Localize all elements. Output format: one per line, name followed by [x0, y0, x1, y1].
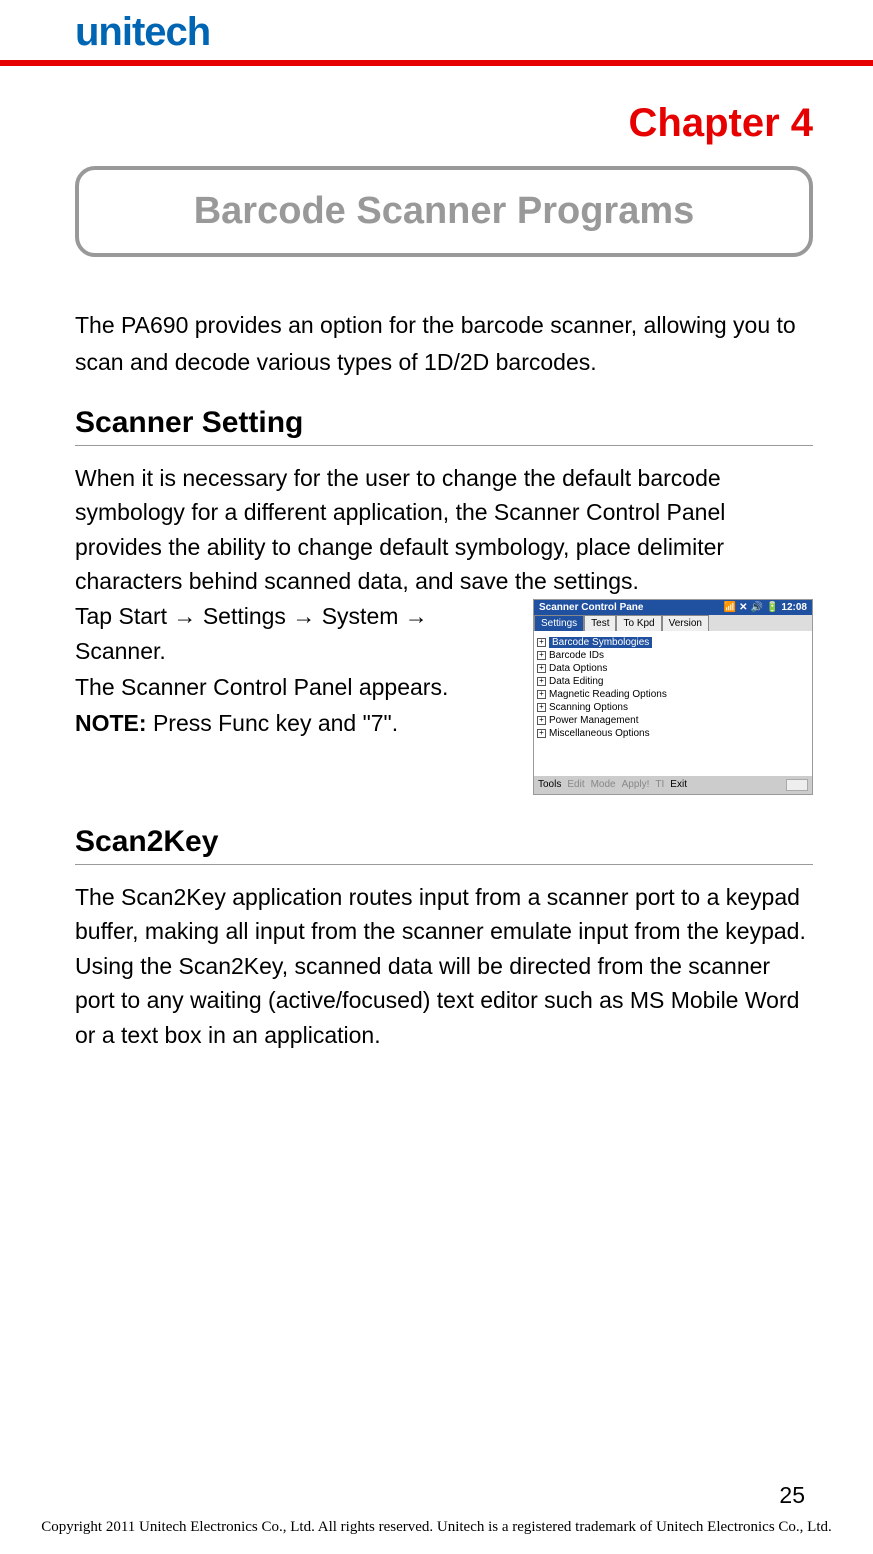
keyboard-icon[interactable]	[786, 779, 808, 791]
note-label: NOTE:	[75, 710, 147, 736]
btn-tools[interactable]: Tools	[538, 779, 561, 790]
intro-paragraph: The PA690 provides an option for the bar…	[75, 307, 813, 381]
volume-icon: 🔊	[751, 602, 763, 613]
btn-ti[interactable]: TI	[655, 779, 664, 790]
tree-item[interactable]: +Barcode IDs	[537, 649, 809, 662]
tab-to-kpd[interactable]: To Kpd	[616, 615, 661, 631]
tree-item[interactable]: +Data Options	[537, 662, 809, 675]
tree-item[interactable]: +Power Management	[537, 714, 809, 727]
tree-label: Miscellaneous Options	[549, 728, 650, 739]
screenshot-scanner-control-panel: Scanner Control Pane 📶 ✕ 🔊 🔋 12:08 Setti…	[533, 599, 813, 795]
tab-settings[interactable]: Settings	[534, 615, 584, 631]
tab-version[interactable]: Version	[662, 615, 709, 631]
expand-icon[interactable]: +	[537, 638, 546, 647]
expand-icon[interactable]: +	[537, 729, 546, 738]
battery-icon: 🔋	[766, 602, 778, 613]
screenshot-status-icons: 📶 ✕ 🔊 🔋 12:08	[724, 602, 807, 613]
note-text: Press Func key and "7".	[147, 710, 399, 736]
btn-apply[interactable]: Apply!	[622, 779, 650, 790]
chapter-title-box: Barcode Scanner Programs	[75, 166, 813, 257]
divider	[75, 445, 813, 446]
tree-label: Scanning Options	[549, 702, 628, 713]
tree-label: Data Options	[549, 663, 607, 674]
header-red-bar	[0, 60, 873, 66]
logo: unitech	[75, 10, 813, 55]
scanner-setting-para1: When it is necessary for the user to cha…	[75, 461, 813, 599]
tree-label: Barcode IDs	[549, 650, 604, 661]
btn-mode[interactable]: Mode	[591, 779, 616, 790]
expand-icon[interactable]: +	[537, 703, 546, 712]
page-number: 25	[779, 1482, 805, 1509]
tree-item[interactable]: +Miscellaneous Options	[537, 727, 809, 740]
screenshot-tree: +Barcode Symbologies +Barcode IDs +Data …	[534, 631, 812, 776]
tree-item[interactable]: +Magnetic Reading Options	[537, 688, 809, 701]
copyright-footer: Copyright 2011 Unitech Electronics Co., …	[0, 1519, 873, 1536]
expand-icon[interactable]: +	[537, 664, 546, 673]
screenshot-title: Scanner Control Pane	[539, 602, 643, 613]
screenshot-bottombar: Tools Edit Mode Apply! TI Exit	[534, 776, 812, 794]
chapter-title: Barcode Scanner Programs	[109, 190, 779, 233]
close-icon: ✕	[739, 602, 747, 613]
btn-edit[interactable]: Edit	[567, 779, 584, 790]
tree-item[interactable]: +Barcode Symbologies	[537, 636, 809, 649]
expand-icon[interactable]: +	[537, 690, 546, 699]
scanner-setting-path: Tap Start → Settings → System → Scanner.	[75, 599, 513, 670]
btn-exit[interactable]: Exit	[670, 779, 687, 790]
signal-icon: 📶	[724, 602, 736, 613]
tree-label: Power Management	[549, 715, 639, 726]
tree-label: Magnetic Reading Options	[549, 689, 667, 700]
tree-item[interactable]: +Scanning Options	[537, 701, 809, 714]
screenshot-tabs: Settings Test To Kpd Version	[534, 615, 812, 631]
heading-scan2key: Scan2Key	[75, 825, 813, 859]
expand-icon[interactable]: +	[537, 651, 546, 660]
divider	[75, 864, 813, 865]
tree-item[interactable]: +Data Editing	[537, 675, 809, 688]
expand-icon[interactable]: +	[537, 677, 546, 686]
tab-test[interactable]: Test	[584, 615, 616, 631]
screenshot-titlebar: Scanner Control Pane 📶 ✕ 🔊 🔋 12:08	[534, 600, 812, 615]
scanner-setting-appears: The Scanner Control Panel appears.	[75, 670, 513, 706]
scanner-setting-note: NOTE: Press Func key and "7".	[75, 706, 513, 742]
tree-label: Data Editing	[549, 676, 603, 687]
chapter-label: Chapter 4	[75, 101, 813, 146]
heading-scanner-setting: Scanner Setting	[75, 406, 813, 440]
expand-icon[interactable]: +	[537, 716, 546, 725]
tree-label: Barcode Symbologies	[549, 637, 652, 648]
screenshot-time: 12:08	[781, 602, 807, 613]
scan2key-body: The Scan2Key application routes input fr…	[75, 880, 813, 1053]
